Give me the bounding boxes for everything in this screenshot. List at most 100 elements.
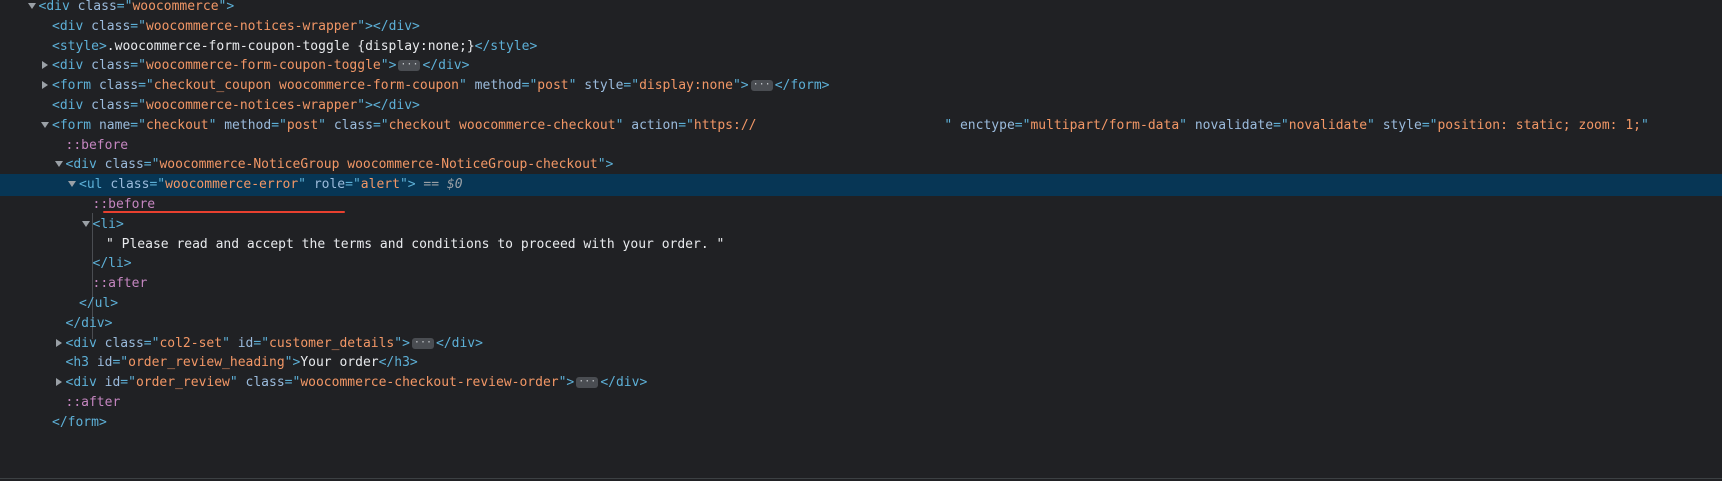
token-attr: enctype bbox=[959, 117, 1015, 133]
dom-node-row[interactable]: </form> bbox=[0, 412, 1722, 434]
token-tag: </div> bbox=[65, 315, 113, 331]
token-tag: "> bbox=[399, 177, 416, 193]
elements-tree: <div class="woocommerce"> <div class="woo… bbox=[0, 0, 1722, 481]
ellipsis-badge-icon[interactable]: ··· bbox=[576, 377, 599, 389]
token-attr: class bbox=[104, 157, 144, 173]
token-tag: <li> bbox=[92, 216, 124, 232]
triangle-right-icon[interactable] bbox=[40, 55, 50, 77]
token-tag: "> bbox=[732, 78, 749, 94]
token-tag: " bbox=[229, 375, 246, 391]
triangle-down-icon[interactable] bbox=[54, 154, 64, 176]
token-attr: class bbox=[91, 58, 131, 74]
triangle-right-icon[interactable] bbox=[54, 372, 64, 394]
triangle-right-icon[interactable] bbox=[54, 333, 64, 355]
token-tag: <form bbox=[52, 117, 99, 133]
node-code: <div class="woocommerce-notices-wrapper"… bbox=[52, 95, 420, 117]
token-tag: " bbox=[1367, 117, 1383, 133]
token-tag: " bbox=[1179, 117, 1195, 133]
dom-node-row[interactable]: </ul> bbox=[0, 293, 1722, 315]
token-tag: <div bbox=[65, 335, 105, 351]
triangle-right-icon[interactable] bbox=[40, 75, 50, 97]
token-pseudo: ::after bbox=[65, 395, 121, 410]
token-attr: id bbox=[104, 375, 121, 391]
token-val: multipart/form-data bbox=[1030, 117, 1180, 133]
node-code: <form name="checkout" method="post" clas… bbox=[52, 115, 1649, 137]
token-pseudo: ::after bbox=[92, 276, 148, 292]
dom-node-row[interactable]: " Please read and accept the terms and c… bbox=[0, 234, 1722, 256]
token-val: woocommerce-form-coupon-toggle bbox=[145, 58, 381, 74]
triangle-down-icon[interactable] bbox=[81, 214, 91, 236]
triangle-down-icon[interactable] bbox=[40, 115, 50, 137]
dom-node-row[interactable]: </li> bbox=[0, 253, 1722, 275]
token-tag: =" bbox=[623, 78, 640, 94]
token-tag: =" bbox=[130, 58, 146, 74]
dom-node-row[interactable]: <style>.woocommerce-form-coupon-toggle {… bbox=[0, 36, 1722, 58]
token-tag: <div bbox=[52, 58, 92, 74]
node-code: ::before bbox=[66, 135, 129, 157]
token-tag: "></div> bbox=[357, 98, 420, 113]
dom-node-row[interactable]: <form name="checkout" method="post" clas… bbox=[0, 115, 1722, 137]
token-val: order_review bbox=[135, 375, 230, 391]
token-tag: " bbox=[222, 335, 238, 351]
selected-dom-node-row[interactable]: <ul class="woocommerce-error" role="aler… bbox=[0, 174, 1722, 196]
node-code: ::after bbox=[66, 392, 121, 414]
dom-node-row[interactable]: <div id="order_review" class="woocommerc… bbox=[0, 372, 1722, 394]
token-tag: =" bbox=[143, 335, 160, 351]
token-val: post bbox=[537, 78, 569, 94]
token-tag: =" bbox=[130, 98, 146, 113]
dom-node-row[interactable]: <div class="woocommerce-form-coupon-togg… bbox=[0, 55, 1722, 77]
dom-node-row[interactable]: ::before bbox=[0, 135, 1722, 157]
token-tag: <form bbox=[52, 78, 99, 94]
dom-node-row[interactable]: <div class="woocommerce-notices-wrapper"… bbox=[0, 16, 1722, 38]
token-tag: </li> bbox=[92, 256, 132, 272]
ellipsis-badge-icon[interactable]: ··· bbox=[411, 337, 434, 349]
token-txt: " Please read and accept the terms and c… bbox=[106, 236, 725, 252]
token-txt: Your order bbox=[300, 355, 379, 371]
token-tag: </h3> bbox=[378, 355, 418, 371]
token-tag: " bbox=[459, 78, 475, 94]
dom-node-row[interactable]: <div class="woocommerce-notices-wrapper"… bbox=[0, 95, 1722, 117]
token-tag: =" bbox=[116, 0, 133, 14]
token-tag: <div bbox=[38, 0, 78, 14]
dom-node-row[interactable]: <li> bbox=[0, 214, 1722, 236]
token-val: checkout_coupon woocommerce-form-coupon bbox=[153, 78, 460, 94]
token-attr: class bbox=[245, 375, 285, 391]
ellipsis-badge-icon[interactable]: ··· bbox=[398, 60, 421, 72]
dom-node-row[interactable]: <form class="checkout_coupon woocommerce… bbox=[0, 75, 1722, 97]
token-tag: <h3 bbox=[65, 355, 97, 371]
highlight-underline bbox=[103, 211, 345, 213]
token-attr: method bbox=[474, 78, 522, 94]
token-tag: =" bbox=[120, 375, 136, 391]
triangle-down-icon[interactable] bbox=[67, 174, 77, 196]
node-code: </form> bbox=[52, 412, 107, 434]
node-code: <div class="woocommerce-form-coupon-togg… bbox=[52, 55, 469, 77]
token-tag: </style> bbox=[474, 38, 538, 54]
token-val: display:none bbox=[639, 78, 733, 94]
node-code: <h3 id="order_review_heading">Your order… bbox=[66, 352, 418, 374]
node-code: <form class="checkout_coupon woocommerce… bbox=[52, 75, 830, 97]
dom-node-row[interactable]: <div class="woocommerce-NoticeGroup wooc… bbox=[0, 154, 1722, 176]
token-attr: id bbox=[237, 335, 254, 351]
token-tag: <div bbox=[52, 98, 92, 113]
dom-node-row[interactable]: </div> bbox=[0, 313, 1722, 335]
token-val: woocommerce-notices-wrapper bbox=[145, 98, 358, 113]
token-tag: =" bbox=[143, 157, 160, 173]
ellipsis-badge-icon[interactable]: ··· bbox=[750, 80, 773, 92]
token-attr: style bbox=[584, 78, 624, 94]
token-tag: "> bbox=[558, 375, 575, 391]
token-attr: class bbox=[333, 117, 373, 133]
token-val: checkout woocommerce-checkout bbox=[388, 117, 616, 133]
token-attr: class bbox=[91, 98, 131, 113]
dom-node-row[interactable]: <h3 id="order_review_heading">Your order… bbox=[0, 352, 1722, 374]
token-tag: <div bbox=[52, 18, 92, 34]
token-val: position: static; zoom: 1; bbox=[1437, 117, 1641, 133]
node-code: <div class="woocommerce-notices-wrapper"… bbox=[52, 16, 420, 38]
node-code: <li> bbox=[93, 214, 124, 236]
node-code: <div class="woocommerce-NoticeGroup wooc… bbox=[66, 154, 614, 176]
token-dollar: $0 bbox=[446, 177, 463, 193]
dom-node-row[interactable]: <div class="col2-set" id="customer_detai… bbox=[0, 333, 1722, 355]
dom-node-row[interactable]: ::after bbox=[0, 273, 1722, 295]
dom-node-row[interactable]: ::after bbox=[0, 392, 1722, 414]
token-tag: " bbox=[568, 78, 585, 94]
token-tag: =" bbox=[1014, 117, 1031, 133]
